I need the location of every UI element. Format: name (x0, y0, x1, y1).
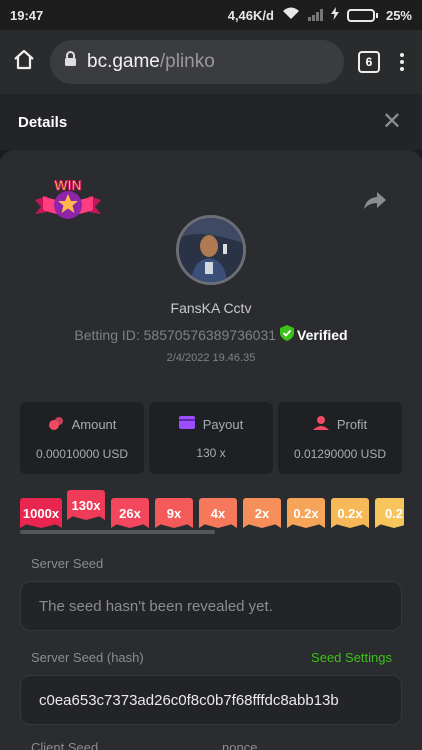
betting-id-row: Betting ID: 58570576389736031 Verified (0, 325, 422, 344)
charging-icon (330, 7, 339, 23)
verified-label: Verified (297, 326, 348, 343)
wallet-icon (178, 416, 195, 432)
share-icon[interactable] (364, 192, 386, 215)
details-header: Details ✕ (0, 94, 422, 150)
stats-row: Amount 0.00010000 USD Payout 130 x Profi… (20, 402, 402, 474)
address-bar[interactable]: bc.game/plinko (50, 40, 344, 84)
profit-stat: Profit 0.01290000 USD (278, 402, 402, 474)
browser-toolbar: bc.game/plinko 6 (0, 30, 422, 94)
clock: 19:47 (10, 7, 44, 23)
home-icon[interactable] (12, 48, 36, 77)
url-path: /plinko (159, 51, 215, 72)
page-title: Details (18, 113, 68, 131)
client-seed-label: Client Seed (31, 740, 99, 750)
server-hash-field[interactable]: c0ea653c7373ad26c0f8c0b7f68fffdc8abb13b (20, 675, 402, 725)
multiplier-chip: 0.2x (287, 498, 325, 528)
tab-switcher-button[interactable]: 6 (358, 51, 380, 73)
multiplier-scrollbar[interactable] (20, 530, 215, 534)
payout-label: Payout (202, 416, 244, 432)
win-badge-icon: WIN (33, 176, 103, 230)
profit-value: 0.01290000 USD (293, 446, 387, 461)
multiplier-chip: 26x (111, 498, 149, 528)
verified-shield-icon (280, 325, 295, 344)
server-hash-label: Server Seed (hash) (31, 650, 144, 665)
amount-label: Amount (71, 416, 117, 432)
svg-text:WIN: WIN (54, 177, 81, 193)
nonce-label: nonce (222, 740, 258, 750)
network-speed: 4,46K/d (227, 7, 274, 23)
amount-value: 0.00010000 USD (35, 446, 129, 461)
lock-icon (64, 51, 77, 73)
amount-stat: Amount 0.00010000 USD (20, 402, 144, 474)
multiplier-chip: 2x (243, 498, 281, 528)
more-options-icon[interactable] (394, 53, 410, 71)
player-name: FansKA Cctv (170, 300, 252, 316)
close-icon[interactable]: ✕ (382, 110, 402, 134)
multiplier-chip: 4x (199, 498, 237, 528)
profit-icon (312, 415, 329, 433)
seed-settings-link[interactable]: Seed Settings (311, 650, 392, 665)
payout-value: 130 x (196, 446, 226, 460)
verified-badge: Verified (280, 325, 348, 344)
multiplier-chip: 0.2x (331, 498, 369, 528)
multiplier-chip: 0.2 (375, 498, 404, 528)
multiplier-chip: 9x (155, 498, 193, 528)
signal-icon (307, 9, 323, 21)
battery-icon (346, 8, 378, 22)
betting-id: Betting ID: 58570576389736031 (74, 326, 277, 343)
wifi-icon (282, 7, 300, 23)
multiplier-chip: 130x (67, 490, 105, 520)
server-seed-field: The seed hasn't been revealed yet. (20, 581, 402, 631)
avatar (176, 215, 246, 285)
profit-label: Profit (336, 416, 368, 432)
battery-percent: 25% (385, 7, 412, 23)
status-bar: 19:47 4,46K/d 25% (0, 0, 422, 30)
payout-stat: Payout 130 x (149, 402, 273, 474)
bet-details-card: WIN FansKA Cctv Betting ID: 585705763897… (0, 150, 422, 750)
multiplier-chip: 1000x (20, 498, 62, 528)
server-seed-label: Server Seed (31, 556, 104, 571)
coins-icon (48, 416, 64, 433)
url-host: bc.game (87, 51, 160, 72)
bet-datetime: 2/4/2022 19.46.35 (166, 352, 256, 364)
